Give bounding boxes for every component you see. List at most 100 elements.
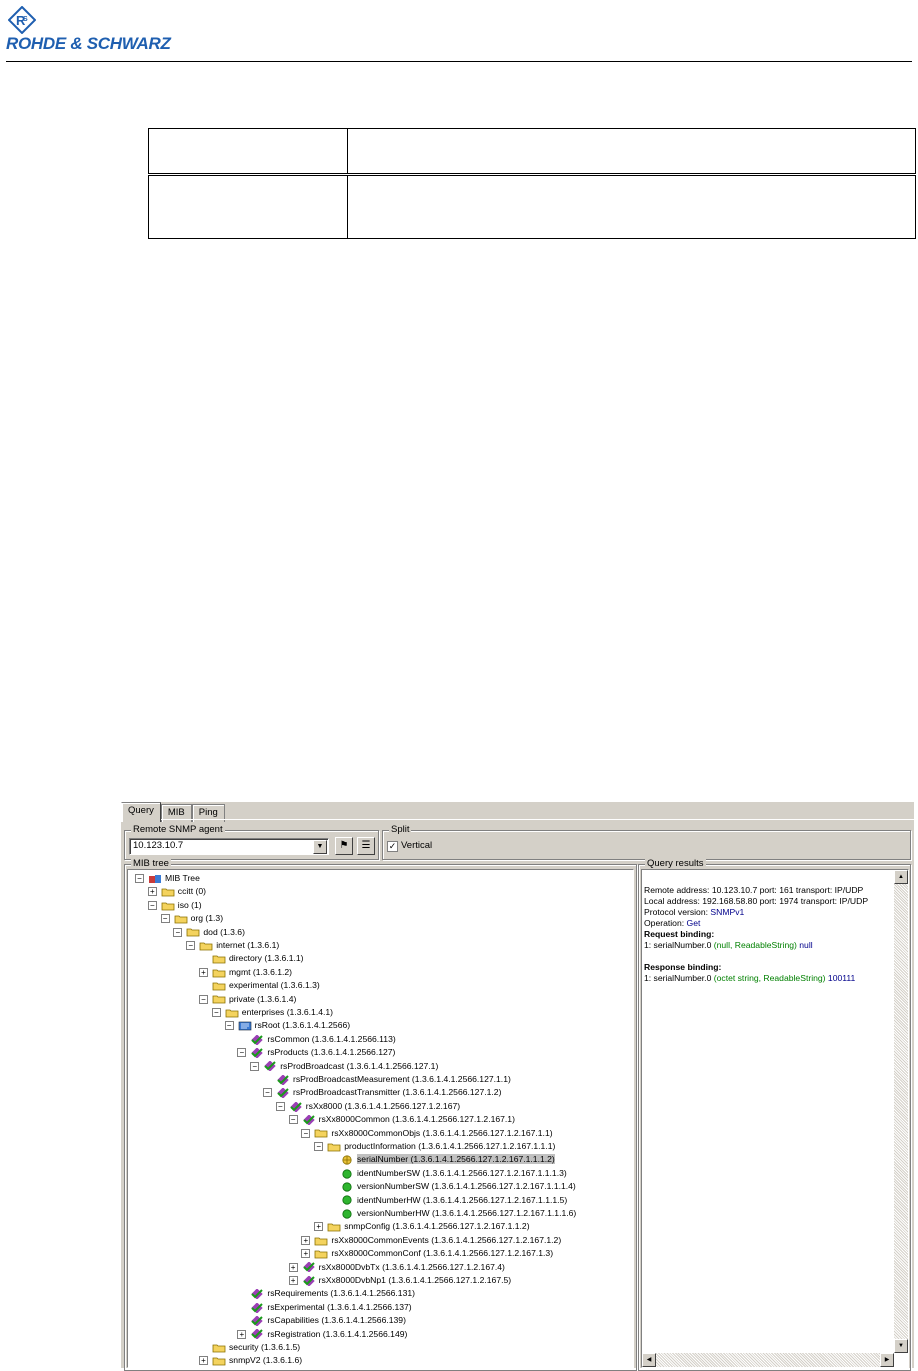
tree-node[interactable]: org (1.3) bbox=[174, 912, 223, 925]
tree-node[interactable]: rsExperimental (1.3.6.1.4.1.2566.137) bbox=[250, 1301, 412, 1314]
result-protocol: Protocol version: SNMPv1 bbox=[644, 907, 744, 918]
tree-node[interactable]: rsRoot (1.3.6.1.4.1.2566) bbox=[238, 1019, 350, 1032]
agent-properties-button[interactable]: ☰ bbox=[357, 837, 375, 855]
tree-node[interactable]: directory (1.3.6.1.1) bbox=[212, 952, 304, 965]
collapse-icon[interactable]: − bbox=[135, 874, 144, 883]
tree-node[interactable]: productInformation (1.3.6.1.4.1.2566.127… bbox=[327, 1140, 555, 1153]
dropdown-arrow-icon[interactable]: ▼ bbox=[313, 840, 327, 854]
tree-node[interactable]: rsProdBroadcastTransmitter (1.3.6.1.4.1.… bbox=[276, 1086, 501, 1099]
collapse-icon[interactable]: − bbox=[314, 1142, 324, 1151]
tree-node[interactable]: rsXx8000CommonObjs (1.3.6.1.4.1.2566.127… bbox=[314, 1127, 553, 1140]
collapse-icon[interactable]: − bbox=[263, 1088, 272, 1098]
scroll-down-icon[interactable]: ▼ bbox=[894, 1339, 908, 1353]
tree-node[interactable]: versionNumberSW (1.3.6.1.4.1.2566.127.1.… bbox=[340, 1180, 576, 1193]
tree-node[interactable]: rsRequirements (1.3.6.1.4.1.2566.131) bbox=[250, 1287, 415, 1300]
expand-icon[interactable]: + bbox=[301, 1235, 311, 1245]
tree-node[interactable]: rsXx8000CommonEvents (1.3.6.1.4.1.2566.1… bbox=[314, 1234, 561, 1247]
tree-node[interactable]: versionNumberHW (1.3.6.1.4.1.2566.127.1.… bbox=[340, 1207, 576, 1220]
tree-node[interactable]: rsCapabilities (1.3.6.1.4.1.2566.139) bbox=[250, 1314, 406, 1327]
expand-icon[interactable]: + bbox=[237, 1329, 247, 1339]
tree-node[interactable]: experimental (1.3.6.1.3) bbox=[212, 979, 320, 992]
tree-node[interactable]: rsRegistration (1.3.6.1.4.1.2566.149) bbox=[250, 1328, 407, 1341]
tree-node[interactable]: rsXx8000DvbTx (1.3.6.1.4.1.2566.127.1.2.… bbox=[302, 1261, 505, 1274]
remote-agent-combo[interactable]: 10.123.10.7 ▼ bbox=[129, 838, 329, 855]
collapse-icon[interactable]: − bbox=[211, 1008, 221, 1017]
folder-icon bbox=[314, 1237, 328, 1245]
expand-icon[interactable]: + bbox=[147, 887, 157, 897]
tree-node[interactable]: serialNumber (1.3.6.1.4.1.2566.127.1.2.1… bbox=[340, 1153, 555, 1166]
tree-node[interactable]: enterprises (1.3.6.1.4.1) bbox=[225, 1006, 333, 1019]
query-results-view[interactable]: Remote address: 10.123.10.7 port: 161 tr… bbox=[641, 869, 909, 1368]
header-rule bbox=[6, 61, 912, 62]
results-horizontal-scrollbar[interactable]: ◀ ▶ bbox=[642, 1353, 894, 1367]
tree-node[interactable]: identNumberSW (1.3.6.1.4.1.2566.127.1.2.… bbox=[340, 1167, 567, 1180]
collapse-icon[interactable]: − bbox=[186, 941, 196, 950]
expand-icon[interactable]: + bbox=[314, 1222, 324, 1232]
check-icon bbox=[277, 1088, 289, 1099]
tree-node[interactable]: internet (1.3.6.1) bbox=[199, 939, 279, 952]
tree-node-label: rsProdBroadcast (1.3.6.1.4.1.2566.127.1) bbox=[280, 1060, 439, 1071]
response-binding-line: 1: serialNumber.0 (octet string, Readabl… bbox=[644, 973, 855, 984]
tree-node-label: experimental (1.3.6.1.3) bbox=[229, 980, 320, 991]
expand-icon[interactable]: + bbox=[301, 1249, 311, 1259]
tree-node[interactable]: MIB Tree bbox=[148, 872, 200, 885]
collapse-icon[interactable]: − bbox=[173, 927, 183, 937]
tree-node[interactable]: rsCommon (1.3.6.1.4.1.2566.113) bbox=[250, 1033, 396, 1046]
query-agent-button[interactable]: ⚑ bbox=[335, 837, 353, 855]
expand-icon[interactable]: + bbox=[288, 1262, 298, 1272]
tree-node[interactable]: ccitt (0) bbox=[161, 885, 206, 898]
folder-icon bbox=[225, 1009, 239, 1018]
collapse-icon[interactable]: − bbox=[250, 1061, 260, 1071]
results-vertical-scrollbar[interactable]: ▲ ▼ bbox=[894, 870, 908, 1353]
tree-node-label: identNumberHW (1.3.6.1.4.1.2566.127.1.2.… bbox=[357, 1194, 568, 1205]
request-binding-line: 1: serialNumber.0 (null, ReadableString)… bbox=[644, 940, 813, 951]
collapse-icon[interactable]: − bbox=[301, 1128, 311, 1138]
collapse-icon[interactable]: − bbox=[275, 1101, 285, 1111]
scroll-right-icon[interactable]: ▶ bbox=[880, 1353, 894, 1367]
collapse-icon[interactable]: − bbox=[199, 994, 208, 1004]
tree-node[interactable]: rsXx8000DvbNp1 (1.3.6.1.4.1.2566.127.1.2… bbox=[302, 1274, 511, 1287]
tree-node[interactable]: rsXx8000Common (1.3.6.1.4.1.2566.127.1.2… bbox=[302, 1113, 515, 1126]
tree-node[interactable]: snmpV2 (1.3.6.1.6) bbox=[212, 1354, 302, 1367]
tree-node[interactable]: rsXx8000 (1.3.6.1.4.1.2566.127.1.2.167) bbox=[289, 1100, 460, 1113]
properties-list-icon: ☰ bbox=[361, 840, 371, 851]
collapse-icon[interactable]: − bbox=[160, 914, 170, 924]
vertical-checkbox[interactable]: ✓ bbox=[387, 841, 398, 852]
response-binding-heading: Response binding: bbox=[644, 962, 722, 972]
collapse-icon[interactable]: − bbox=[224, 1021, 234, 1031]
collapse-icon[interactable]: − bbox=[237, 1048, 247, 1058]
folder-icon bbox=[212, 982, 226, 991]
tree-node[interactable]: rsProdBroadcast (1.3.6.1.4.1.2566.127.1) bbox=[263, 1060, 438, 1073]
expand-icon[interactable]: + bbox=[288, 1276, 298, 1285]
collapse-icon[interactable]: − bbox=[288, 1115, 298, 1125]
tree-node[interactable]: security (1.3.6.1.5) bbox=[212, 1341, 300, 1354]
request-value: null bbox=[796, 940, 813, 950]
tree-node[interactable]: private (1.3.6.1.4) bbox=[212, 993, 296, 1006]
rs-root-icon bbox=[238, 1021, 251, 1031]
tree-node-label: private (1.3.6.1.4) bbox=[229, 993, 297, 1004]
remote-agent-group: Remote SNMP agent 10.123.10.7 ▼ ⚑ ☰ bbox=[124, 824, 379, 860]
tree-node-label: org (1.3) bbox=[190, 913, 224, 924]
tree-node[interactable]: rsProdBroadcastMeasurement (1.3.6.1.4.1.… bbox=[276, 1073, 511, 1086]
tree-node[interactable]: dod (1.3.6) bbox=[186, 926, 245, 939]
tree-node[interactable]: identNumberHW (1.3.6.1.4.1.2566.127.1.2.… bbox=[340, 1194, 567, 1207]
collapse-icon[interactable]: − bbox=[147, 900, 157, 910]
table-row bbox=[148, 174, 916, 239]
folder-icon bbox=[212, 955, 226, 964]
table-row bbox=[148, 128, 916, 176]
scroll-up-icon[interactable]: ▲ bbox=[894, 870, 908, 884]
split-group: Split ✓ Vertical bbox=[382, 824, 911, 860]
tree-node-label: rsProdBroadcastTransmitter (1.3.6.1.4.1.… bbox=[293, 1087, 502, 1098]
mib-tree-view[interactable]: − MIB Tree + ccitt (0) − iso (1) − org (1.3) − do… bbox=[127, 869, 634, 1368]
tree-node[interactable]: rsProducts (1.3.6.1.4.1.2566.127) bbox=[250, 1046, 395, 1059]
expand-icon[interactable]: + bbox=[199, 967, 208, 977]
check-icon bbox=[290, 1101, 302, 1112]
scroll-left-icon[interactable]: ◀ bbox=[642, 1353, 656, 1367]
response-type: (octet string, ReadableString) bbox=[713, 973, 826, 983]
expand-icon[interactable]: + bbox=[199, 1356, 208, 1366]
tree-node[interactable]: iso (1) bbox=[161, 899, 202, 912]
tree-node[interactable]: mgmt (1.3.6.1.2) bbox=[212, 966, 292, 979]
tree-node[interactable]: rsXx8000CommonConf (1.3.6.1.4.1.2566.127… bbox=[314, 1247, 553, 1260]
tree-node[interactable]: snmpConfig (1.3.6.1.4.1.2566.127.1.2.167… bbox=[327, 1220, 530, 1233]
tab-query[interactable]: Query bbox=[121, 802, 161, 822]
